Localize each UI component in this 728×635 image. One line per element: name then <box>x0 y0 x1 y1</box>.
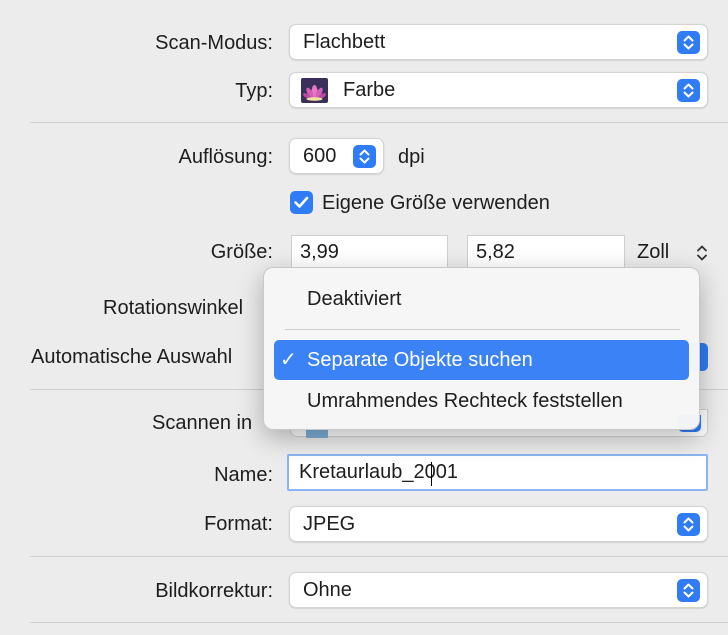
menu-separator <box>285 329 680 330</box>
auto-select-menu: Deaktiviert ✓ Separate Objekte suchen Um… <box>263 267 700 430</box>
resolution-label: Auflösung: <box>178 146 273 168</box>
image-correction-label: Bildkorrektur: <box>155 580 273 602</box>
name-value: Kretaurlaub_2001 <box>299 461 459 483</box>
scan-mode-popup[interactable]: Flachbett <box>289 24 708 60</box>
name-label: Name: <box>214 464 273 486</box>
menu-item-label: Separate Objekte suchen <box>307 349 533 371</box>
type-value: Farbe <box>343 79 396 101</box>
scan-to-label: Scannen in <box>152 412 253 434</box>
size-label: Größe: <box>210 241 273 263</box>
size-height-field[interactable]: 5,82 <box>467 235 625 269</box>
popup-chevron-icon <box>677 513 700 536</box>
format-label: Format: <box>204 513 273 535</box>
popup-chevron-icon <box>353 145 376 168</box>
size-unit-popup[interactable]: Zoll <box>637 240 707 264</box>
image-correction-value: Ohne <box>303 579 352 601</box>
rotation-label: Rotationswinkel <box>103 297 244 319</box>
popup-chevron-icon <box>677 79 700 102</box>
text-cursor <box>431 462 432 486</box>
custom-size-label: Eigene Größe verwenden <box>322 192 550 214</box>
size-unit-value: Zoll <box>637 241 670 263</box>
checkmark-icon: ✓ <box>280 349 297 371</box>
size-width-field[interactable]: 3,99 <box>291 235 448 269</box>
popup-chevron-icon <box>677 31 700 54</box>
chevron-updown-icon <box>697 245 707 261</box>
menu-item-separate-objekte[interactable]: ✓ Separate Objekte suchen <box>274 340 689 380</box>
resolution-unit: dpi <box>398 146 425 168</box>
resolution-popup[interactable]: 600 <box>289 138 384 174</box>
type-label: Typ: <box>235 80 273 102</box>
format-value: JPEG <box>303 513 356 535</box>
separator <box>30 622 728 623</box>
format-popup[interactable]: JPEG <box>289 506 708 542</box>
resolution-value: 600 <box>303 145 337 167</box>
popup-chevron-icon <box>677 579 700 602</box>
lotus-flower-icon <box>301 78 328 103</box>
separator <box>30 556 728 557</box>
scan-mode-label: Scan-Modus: <box>155 32 273 54</box>
scan-mode-value: Flachbett <box>303 31 386 53</box>
auto-select-label: Automatische Auswahl <box>31 346 233 368</box>
menu-item-deaktiviert[interactable]: Deaktiviert <box>274 279 689 319</box>
type-popup[interactable]: Farbe <box>289 72 708 108</box>
separator <box>30 122 728 123</box>
custom-size-checkbox[interactable] <box>290 191 313 214</box>
menu-item-umrahmendes-rechteck[interactable]: Umrahmendes Rechteck feststellen <box>274 381 689 421</box>
checkmark-icon <box>294 196 309 208</box>
image-correction-popup[interactable]: Ohne <box>289 572 708 608</box>
name-input[interactable]: Kretaurlaub_2001 <box>287 454 708 491</box>
